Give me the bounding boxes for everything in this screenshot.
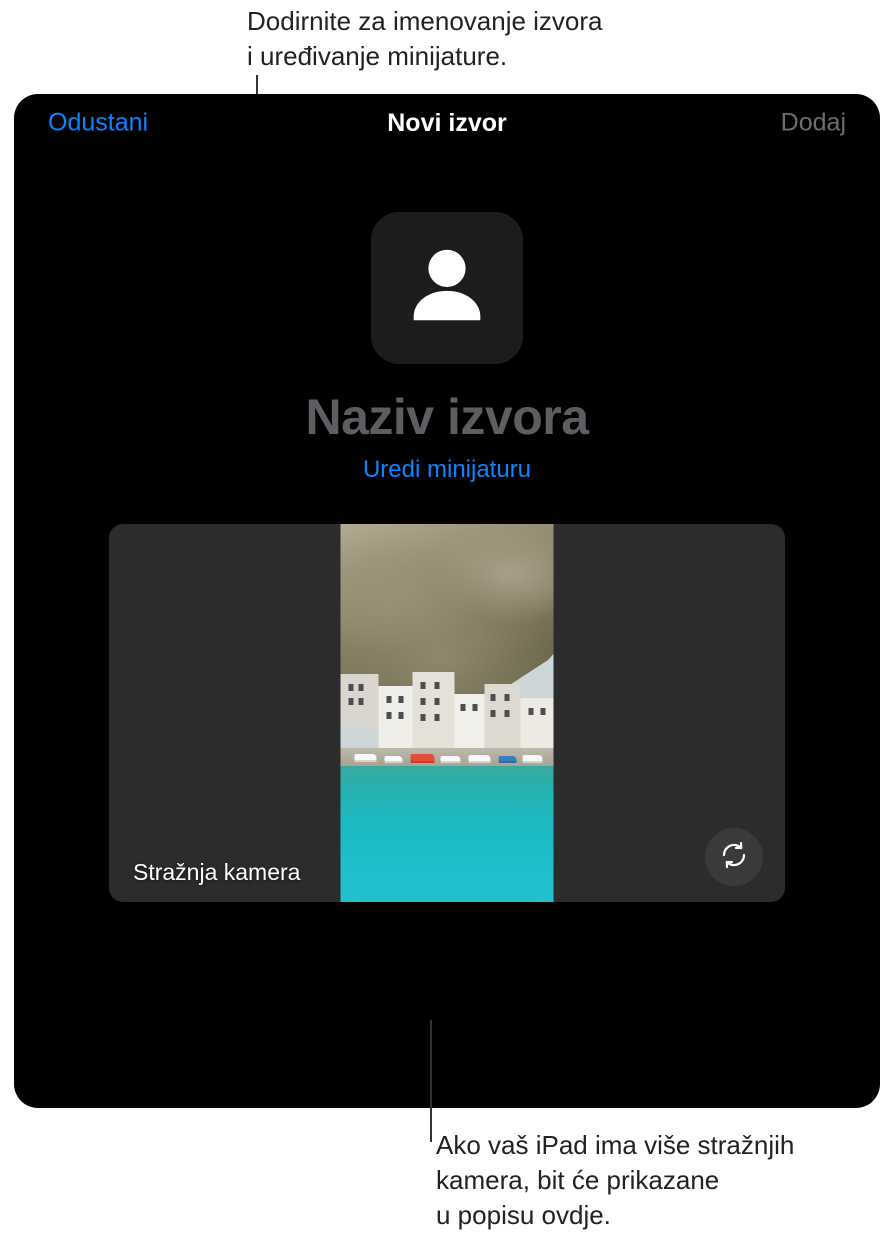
source-avatar[interactable] <box>371 212 523 364</box>
avatar-container <box>14 212 880 364</box>
source-name-input[interactable]: Naziv izvora <box>14 388 880 446</box>
add-button[interactable]: Dodaj <box>781 109 846 138</box>
callout-bottom: Ako vaš iPad ima više stražnjih kamera, … <box>436 1128 794 1233</box>
new-source-modal: Odustani Novi izvor Dodaj Naziv izvora U… <box>14 94 880 1108</box>
person-icon <box>398 237 496 340</box>
camera-flip-button[interactable] <box>705 828 763 886</box>
callout-top: Dodirnite za imenovanje izvora i uređiva… <box>247 4 603 74</box>
cancel-button[interactable]: Odustani <box>48 109 148 138</box>
camera-flip-icon <box>718 839 750 876</box>
camera-label: Stražnja kamera <box>133 859 300 886</box>
edit-thumbnail-button[interactable]: Uredi minijaturu <box>14 456 880 484</box>
camera-preview[interactable]: Stražnja kamera <box>109 524 785 902</box>
camera-preview-image <box>341 524 554 902</box>
callout-leader-line <box>430 1020 432 1142</box>
modal-title: Novi izvor <box>387 109 506 138</box>
modal-header: Odustani Novi izvor Dodaj <box>14 94 880 152</box>
